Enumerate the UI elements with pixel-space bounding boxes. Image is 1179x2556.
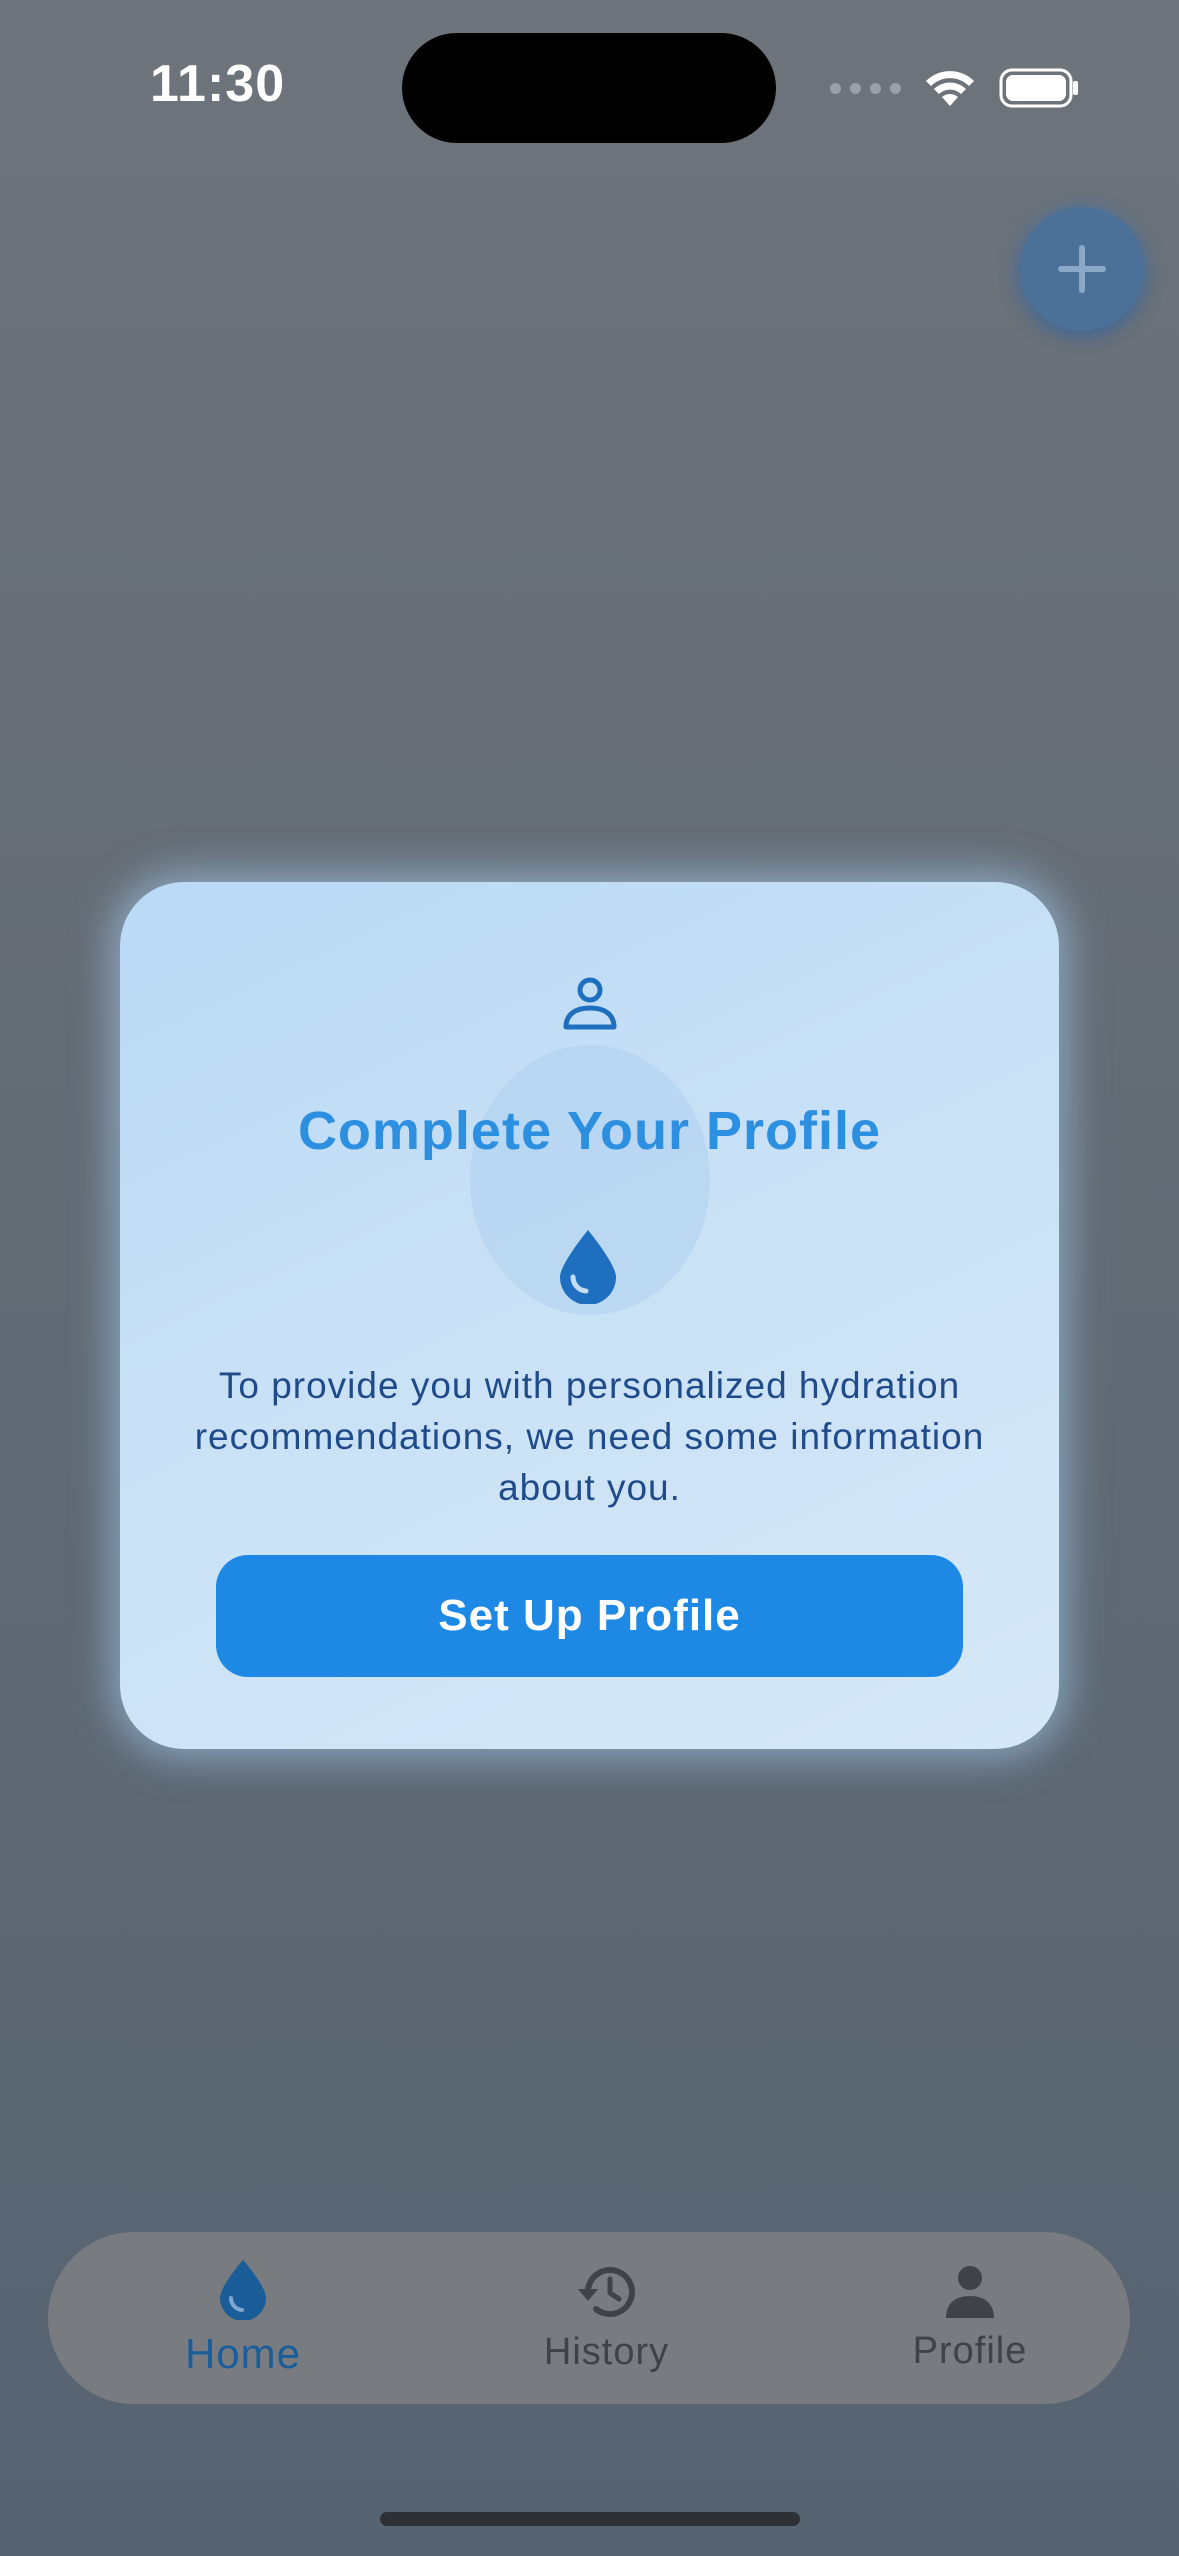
tab-profile[interactable]: Profile	[895, 2264, 1045, 2373]
set-up-profile-button[interactable]: Set Up Profile	[216, 1555, 963, 1677]
person-icon	[561, 977, 619, 1036]
person-icon	[946, 2265, 994, 2318]
water-drop-icon	[557, 1228, 619, 1309]
plus-icon	[1058, 245, 1106, 293]
history-icon	[577, 2266, 635, 2317]
tab-profile-label: Profile	[912, 2329, 1028, 2372]
cellular-dots-icon	[830, 82, 901, 94]
add-water-button[interactable]	[1020, 207, 1144, 331]
water-drop-icon	[220, 2260, 266, 2320]
status-icons	[830, 64, 1079, 112]
status-time: 11:30	[150, 55, 286, 113]
complete-profile-dialog: Complete Your Profile To provide you wit…	[120, 882, 1059, 1749]
dialog-message: To provide you with personalized hydrati…	[194, 1365, 985, 1508]
dialog-title: Complete Your Profile	[297, 1101, 882, 1161]
tab-history-label: History	[543, 2330, 670, 2373]
battery-icon	[999, 68, 1079, 108]
tab-home[interactable]: Home	[168, 2258, 318, 2378]
wifi-icon	[923, 68, 977, 108]
tab-history[interactable]: History	[532, 2263, 682, 2374]
home-indicator[interactable]	[380, 2512, 800, 2526]
tab-home-label: Home	[184, 2330, 302, 2377]
tab-bar: Home History Profile	[48, 2232, 1130, 2404]
dynamic-island	[402, 33, 776, 143]
